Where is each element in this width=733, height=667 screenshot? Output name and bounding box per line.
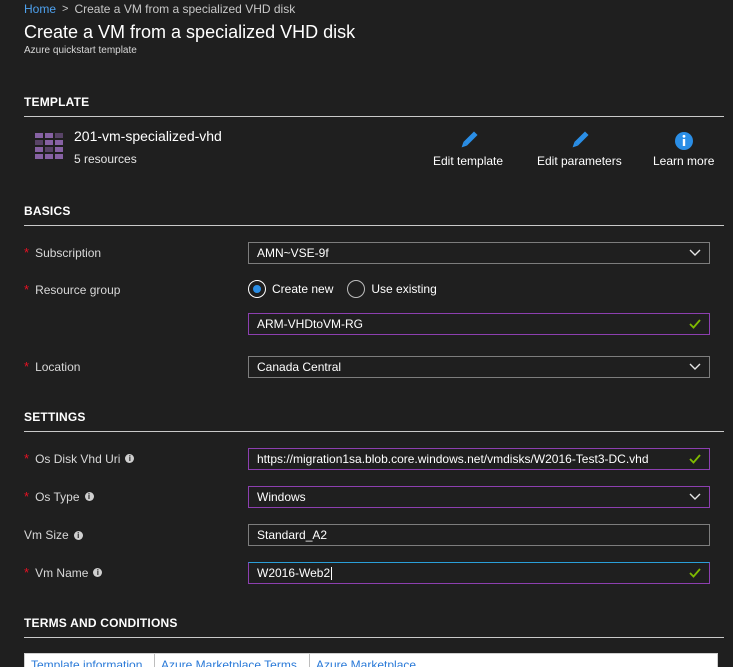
checkmark-icon <box>689 319 701 329</box>
create-new-radio[interactable] <box>248 280 266 298</box>
pencil-icon <box>461 131 478 148</box>
use-existing-radio[interactable] <box>347 280 366 298</box>
os-disk-vhd-uri-label: * Os Disk Vhd Uri i <box>24 451 135 466</box>
vm-size-input[interactable]: Standard_A2 <box>248 524 710 546</box>
location-label-text: Location <box>35 359 81 374</box>
checkmark-icon <box>689 454 701 464</box>
breadcrumb-current: Create a VM from a specialized VHD disk <box>74 2 296 16</box>
breadcrumb: Home > Create a VM from a specialized VH… <box>24 2 295 16</box>
os-type-label: * Os Type i <box>24 489 94 504</box>
vm-name-label: * Vm Name i <box>24 565 103 580</box>
edit-template-label: Edit template <box>433 154 504 168</box>
vm-name-value: W2016-Web2 <box>257 565 331 580</box>
template-resource-count: 5 resources <box>74 152 137 166</box>
terms-tab-strip: Template information Azure Marketplace T… <box>24 653 718 667</box>
required-marker: * <box>24 282 30 297</box>
basics-section-heading: BASICS <box>24 204 71 218</box>
checkmark-icon <box>689 568 701 578</box>
pencil-icon <box>572 131 589 148</box>
subscription-label: * Subscription <box>24 245 101 260</box>
vm-name-label-text: Vm Name <box>35 565 89 580</box>
vm-size-label-text: Vm Size <box>24 528 69 542</box>
settings-section-heading: SETTINGS <box>24 410 86 424</box>
subscription-value: AMN~VSE-9f <box>257 246 329 260</box>
vm-size-label: Vm Size i <box>24 528 83 542</box>
page-title: Create a VM from a specialized VHD disk <box>24 22 356 42</box>
learn-more-label: Learn more <box>653 154 715 168</box>
vm-name-input[interactable]: W2016-Web2 <box>248 562 710 584</box>
vm-size-value: Standard_A2 <box>257 528 328 542</box>
info-icon[interactable]: i <box>125 454 135 463</box>
required-marker: * <box>24 359 30 374</box>
create-new-radio-label[interactable]: Create new <box>272 282 333 296</box>
resource-group-label: * Resource group <box>24 282 120 297</box>
settings-section-divider <box>24 431 724 432</box>
os-disk-vhd-uri-value: https://migration1sa.blob.core.windows.n… <box>257 452 649 466</box>
info-icon[interactable]: i <box>84 492 94 501</box>
terms-tab-marketplace[interactable]: Azure Marketplace <box>310 654 470 667</box>
vm-name-value-wrapper: W2016-Web2 <box>257 565 689 581</box>
location-dropdown[interactable]: Canada Central <box>248 356 710 378</box>
os-disk-vhd-uri-label-text: Os Disk Vhd Uri <box>35 451 121 466</box>
template-name: 201-vm-specialized-vhd <box>74 128 222 144</box>
os-disk-vhd-uri-input[interactable]: https://migration1sa.blob.core.windows.n… <box>248 448 710 470</box>
resource-group-label-text: Resource group <box>35 282 121 297</box>
resource-group-name-input[interactable]: ARM-VHDtoVM-RG <box>248 313 710 335</box>
page-subtitle: Azure quickstart template <box>24 45 137 56</box>
chevron-down-icon <box>689 249 701 256</box>
required-marker: * <box>24 245 30 260</box>
subscription-dropdown[interactable]: AMN~VSE-9f <box>248 242 710 264</box>
edit-parameters-label: Edit parameters <box>537 154 622 168</box>
template-section-heading: TEMPLATE <box>24 95 90 109</box>
text-caret <box>331 567 333 581</box>
resource-group-radio-group: Create new Use existing <box>248 280 451 298</box>
basics-section-divider <box>24 225 724 226</box>
terms-section-divider <box>24 637 724 638</box>
resource-group-value: ARM-VHDtoVM-RG <box>257 317 364 331</box>
subscription-label-text: Subscription <box>35 245 102 260</box>
os-type-label-text: Os Type <box>35 489 80 504</box>
info-icon[interactable]: i <box>73 530 83 540</box>
edit-template-button[interactable]: Edit template <box>433 130 503 168</box>
breadcrumb-home-link[interactable]: Home <box>24 2 56 16</box>
os-type-value: Windows <box>257 490 306 504</box>
terms-tab-marketplace-terms[interactable]: Azure Marketplace Terms <box>155 654 310 667</box>
learn-more-button[interactable]: Learn more <box>653 130 714 168</box>
info-icon <box>674 132 693 150</box>
required-marker: * <box>24 565 30 580</box>
use-existing-radio-label[interactable]: Use existing <box>371 282 436 296</box>
terms-section-heading: TERMS AND CONDITIONS <box>24 616 178 630</box>
location-label: * Location <box>24 359 80 374</box>
location-value: Canada Central <box>257 360 342 374</box>
breadcrumb-separator: > <box>62 3 69 15</box>
required-marker: * <box>24 489 30 504</box>
template-section-divider <box>24 116 724 117</box>
chevron-down-icon <box>689 493 701 500</box>
edit-parameters-button[interactable]: Edit parameters <box>537 130 622 168</box>
template-grid-icon <box>35 133 63 159</box>
os-type-dropdown[interactable]: Windows <box>248 486 710 508</box>
terms-tab-template-information[interactable]: Template information <box>25 654 155 667</box>
info-icon[interactable]: i <box>93 568 103 577</box>
required-marker: * <box>24 451 30 466</box>
chevron-down-icon <box>689 363 701 370</box>
